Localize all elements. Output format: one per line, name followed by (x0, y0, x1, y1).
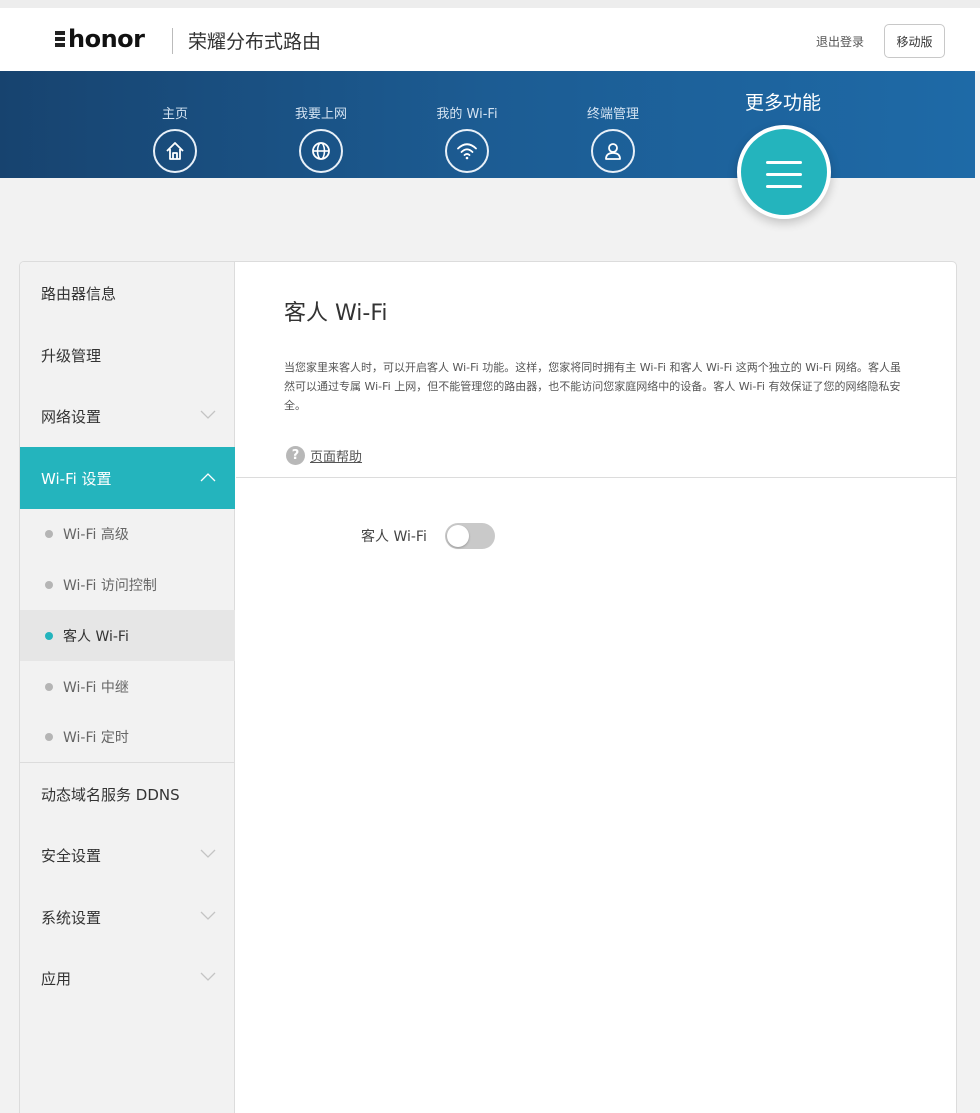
sidebar-subitem-label: Wi-Fi 中继 (63, 679, 129, 696)
sidebar-item-label: 安全设置 (41, 846, 102, 865)
sidebar-item-router-info[interactable]: 路由器信息 (20, 262, 235, 324)
mobile-version-button[interactable]: 移动版 (884, 24, 945, 58)
wifi-icon (445, 129, 489, 173)
sidebar-subitem-label: 客人 Wi-Fi (63, 628, 129, 645)
nav-label: 我的 Wi-Fi (436, 107, 498, 122)
home-icon (153, 129, 197, 173)
sidebar-subitem-wifi-advanced[interactable]: Wi-Fi 高级 (20, 508, 235, 559)
sidebar-subitem-wifi-access-control[interactable]: Wi-Fi 访问控制 (20, 559, 235, 610)
nav-devices[interactable]: 终端管理 (568, 71, 658, 173)
toggle-knob (447, 525, 469, 547)
sidebar-subitem-guest-wifi[interactable]: 客人 Wi-Fi (20, 610, 235, 661)
nav-more-label[interactable]: 更多功能 (745, 88, 821, 115)
sidebar-item-label: 路由器信息 (41, 284, 117, 303)
help-icon: ? (286, 446, 305, 465)
content-area: 客人 Wi-Fi 当您家里来客人时，可以开启客人 Wi-Fi 功能。这样，您家将… (236, 262, 956, 1113)
nav-label: 我要上网 (294, 107, 347, 122)
sidebar-item-system[interactable]: 系统设置 (20, 886, 235, 948)
sidebar-subitem-label: Wi-Fi 定时 (63, 729, 129, 746)
sidebar-item-label: Wi-Fi 设置 (41, 469, 112, 488)
nav-my-wifi[interactable]: 我的 Wi-Fi (422, 71, 512, 173)
sidebar-subitem-wifi-timer[interactable]: Wi-Fi 定时 (20, 711, 235, 762)
chevron-down-icon (200, 849, 216, 858)
sidebar-item-label: 系统设置 (41, 908, 102, 927)
sidebar-item-upgrade[interactable]: 升级管理 (20, 324, 235, 386)
chevron-up-icon (200, 473, 216, 482)
header-divider (172, 28, 173, 54)
sidebar-item-label: 升级管理 (41, 346, 102, 365)
sidebar-subitem-label: Wi-Fi 访问控制 (63, 577, 157, 594)
bullet-dot (45, 733, 53, 741)
sidebar-item-label: 网络设置 (41, 407, 102, 426)
page-description: 当您家里来客人时，可以开启客人 Wi-Fi 功能。这样，您家将同时拥有主 Wi-… (284, 361, 901, 412)
brand-mark (55, 31, 67, 53)
globe-icon (299, 129, 343, 173)
nav-home[interactable]: 主页 (130, 71, 220, 173)
sidebar-subitem-label: Wi-Fi 高级 (63, 526, 129, 543)
product-name: 荣耀分布式路由 (188, 31, 322, 53)
nav-internet[interactable]: 我要上网 (276, 71, 366, 173)
chevron-down-icon (200, 972, 216, 981)
sidebar: 路由器信息 升级管理 网络设置 Wi-Fi 设置 Wi-Fi 高级 Wi-Fi … (20, 262, 235, 1113)
chevron-down-icon (200, 410, 216, 419)
menu-icon[interactable] (737, 125, 831, 219)
sidebar-item-label: 动态域名服务 DDNS (41, 785, 180, 804)
help-label: 页面帮助 (310, 450, 363, 465)
sidebar-item-ddns[interactable]: 动态域名服务 DDNS (20, 763, 235, 825)
content-divider (236, 477, 956, 478)
sidebar-item-network[interactable]: 网络设置 (20, 385, 235, 447)
sidebar-subitem-wifi-repeater[interactable]: Wi-Fi 中继 (20, 661, 235, 712)
bullet-dot (45, 683, 53, 691)
top-header: honor 荣耀分布式路由 退出登录 移动版 (0, 0, 980, 71)
guest-wifi-toggle-label: 客人 Wi-Fi (361, 529, 427, 545)
sidebar-item-wifi[interactable]: Wi-Fi 设置 (20, 447, 235, 509)
page-title: 客人 Wi-Fi (284, 301, 388, 326)
honor-logo: honor (68, 25, 145, 53)
sidebar-item-security[interactable]: 安全设置 (20, 824, 235, 886)
nav-label: 主页 (161, 107, 188, 122)
user-icon (591, 129, 635, 173)
guest-wifi-toggle[interactable] (445, 523, 495, 549)
chevron-down-icon (200, 911, 216, 920)
settings-panel: 路由器信息 升级管理 网络设置 Wi-Fi 设置 Wi-Fi 高级 Wi-Fi … (19, 261, 957, 1113)
bullet-dot (45, 581, 53, 589)
bullet-dot (45, 632, 53, 640)
sidebar-item-label: 应用 (41, 969, 72, 988)
page-help-link[interactable]: ? 页面帮助 (286, 446, 362, 465)
logout-link[interactable]: 退出登录 (816, 33, 864, 50)
sidebar-item-apps[interactable]: 应用 (20, 947, 235, 1009)
bullet-dot (45, 530, 53, 538)
nav-label: 终端管理 (586, 107, 639, 122)
